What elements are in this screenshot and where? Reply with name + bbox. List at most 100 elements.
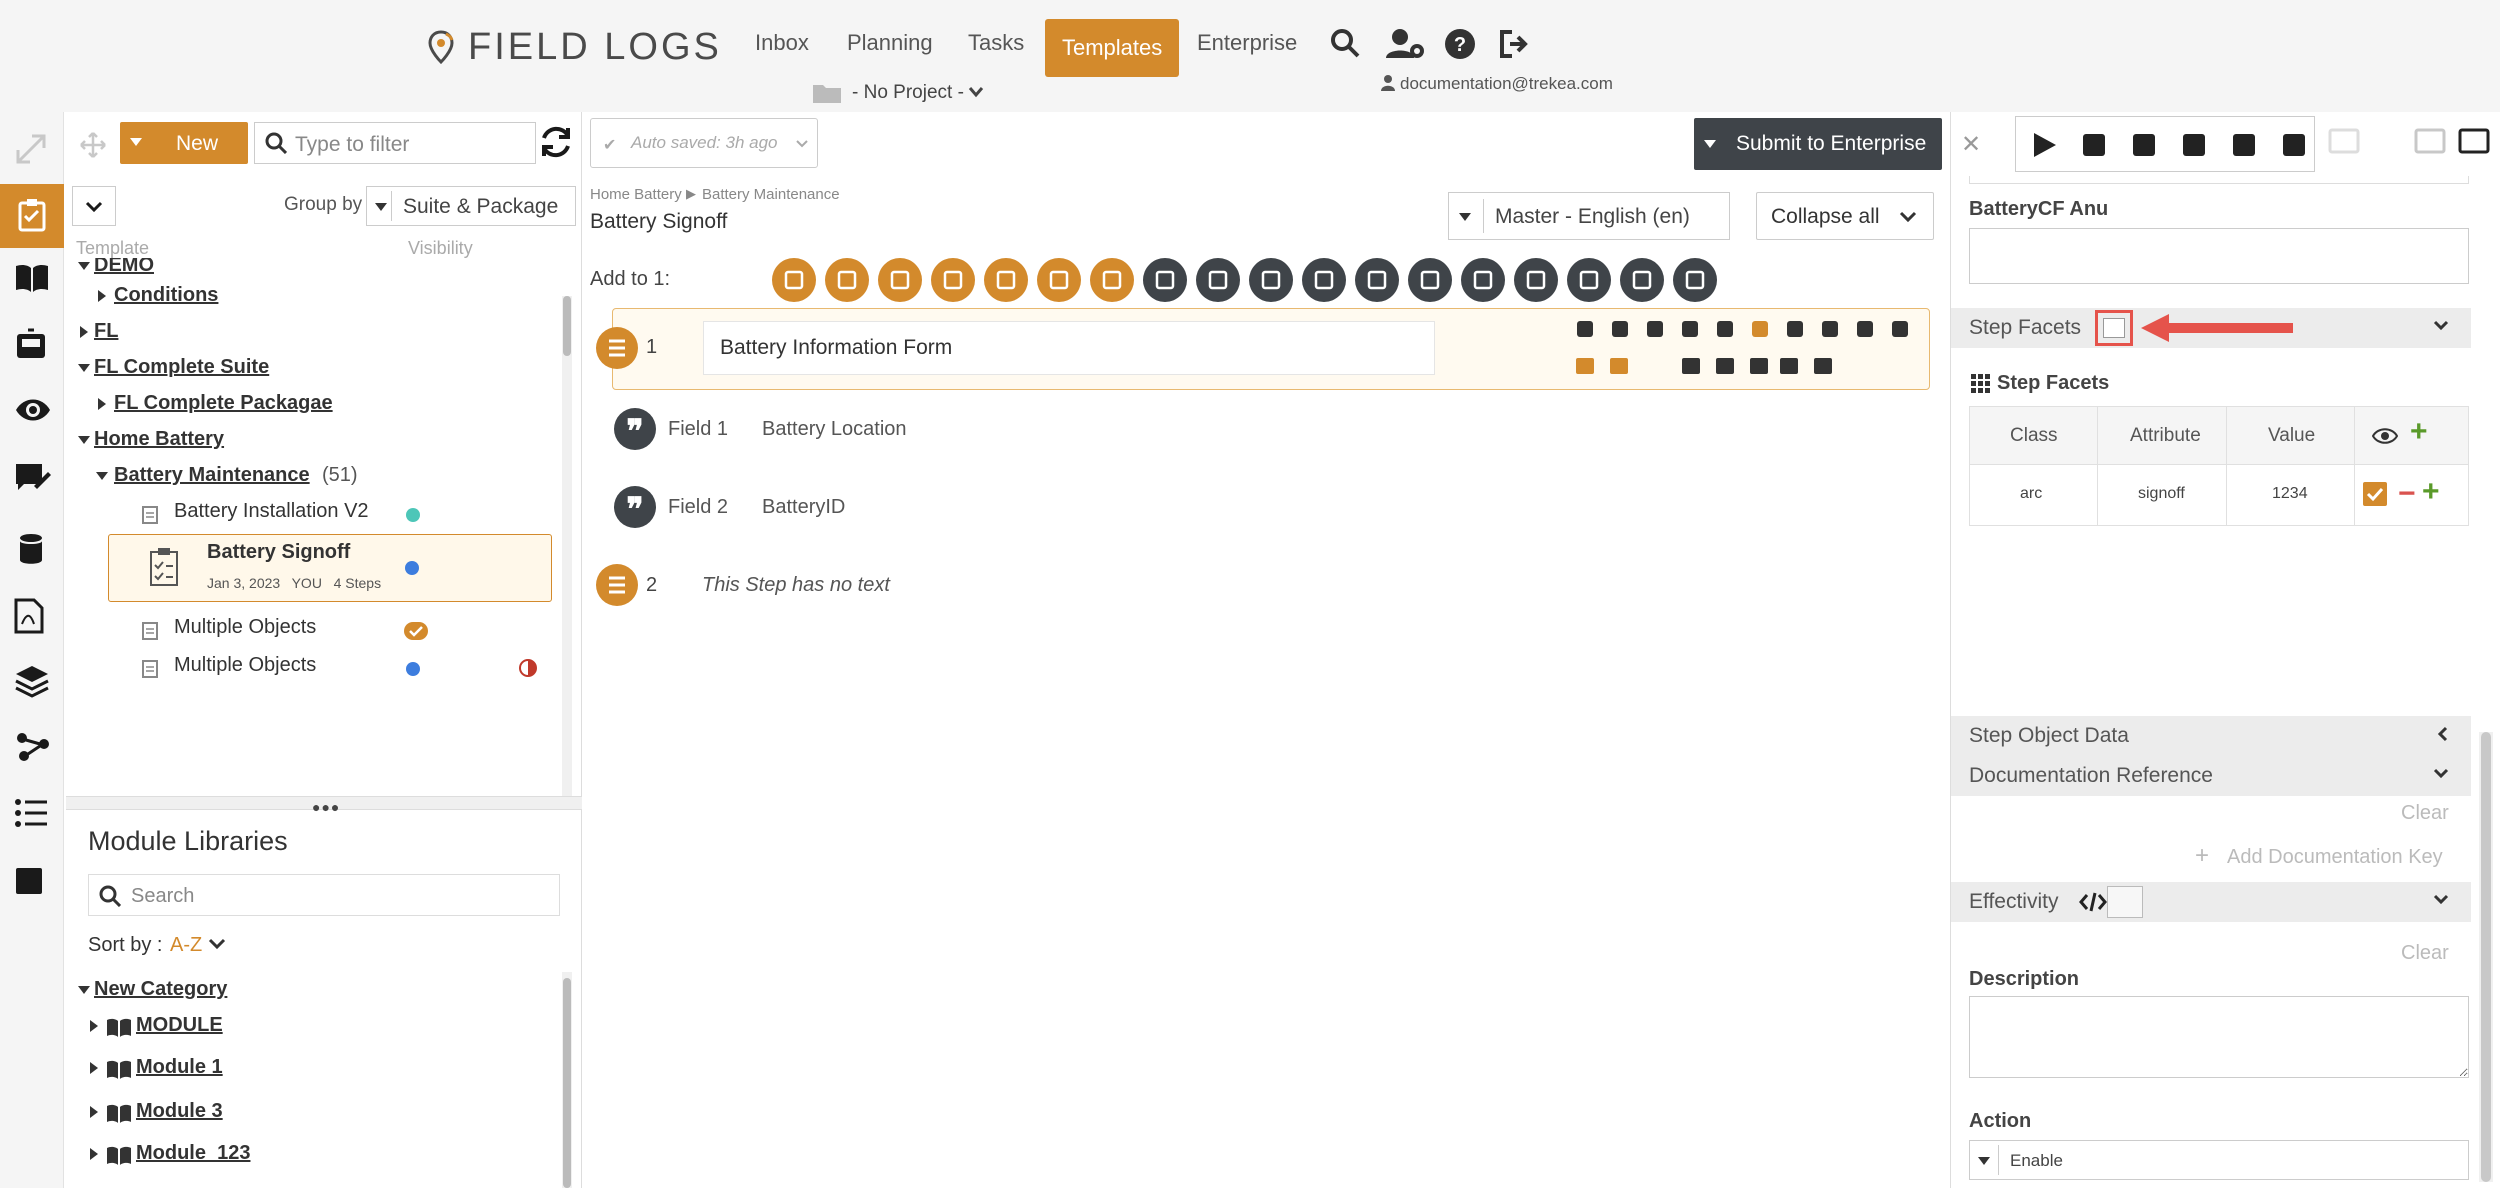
table-icon[interactable] <box>878 258 922 302</box>
rail-templates[interactable] <box>0 184 64 248</box>
caret-right-icon[interactable] <box>90 1020 98 1032</box>
card-icon[interactable] <box>1249 258 1293 302</box>
chevron-down-icon[interactable] <box>1888 317 1912 341</box>
tree-multiple-objects[interactable]: Multiple Objects <box>174 616 316 639</box>
step-title-input[interactable] <box>703 321 1435 375</box>
search-icon[interactable] <box>1330 28 1360 58</box>
caret-right-icon[interactable] <box>90 1062 98 1074</box>
edit-icon[interactable] <box>1567 258 1611 302</box>
logout-icon[interactable] <box>1498 28 1530 60</box>
inbox-icon[interactable] <box>14 328 48 360</box>
workflow-icon[interactable] <box>14 730 52 762</box>
project-selector[interactable]: - No Project - <box>852 82 964 104</box>
quote-icon[interactable]: ❞ <box>614 408 656 450</box>
table-icon[interactable] <box>1818 317 1842 341</box>
close-icon[interactable]: ✕ <box>1961 130 1981 159</box>
help-icon[interactable]: ? <box>1444 28 1476 60</box>
tree-battery-installation[interactable]: Battery Installation V2 <box>174 500 369 523</box>
mic-icon[interactable] <box>1713 355 1737 377</box>
loop-icon[interactable] <box>772 258 816 302</box>
field-value[interactable]: Battery Location <box>762 418 907 441</box>
step-facets-bar[interactable]: Step Facets <box>1951 308 2471 348</box>
calculator-icon[interactable] <box>1461 258 1505 302</box>
comments-icon[interactable] <box>14 462 52 496</box>
forward-icon[interactable] <box>2228 129 2260 161</box>
nav-tasks[interactable]: Tasks <box>968 30 1024 56</box>
circle-icon[interactable] <box>931 258 975 302</box>
globe-icon[interactable] <box>2278 129 2310 161</box>
filter-icon[interactable] <box>1678 317 1702 341</box>
book-icon[interactable] <box>14 262 50 294</box>
nav-inbox[interactable]: Inbox <box>755 30 809 56</box>
caret-right-icon[interactable] <box>98 398 106 410</box>
grid-icon[interactable] <box>1748 317 1772 341</box>
share-icon[interactable] <box>1620 258 1664 302</box>
new-button[interactable]: New <box>120 122 248 164</box>
chevron-down-icon[interactable] <box>208 938 226 950</box>
tree-fl-complete-suite[interactable]: FL Complete Suite <box>94 356 269 379</box>
eye-icon[interactable] <box>2372 427 2398 445</box>
media-icon[interactable] <box>1090 258 1134 302</box>
add-row-icon[interactable]: + <box>2410 415 2428 449</box>
ruler-icon[interactable] <box>1514 258 1558 302</box>
tree-fl[interactable]: FL <box>94 320 118 343</box>
caret-down-icon[interactable] <box>78 436 90 444</box>
groupby-select[interactable]: Suite & Package <box>366 186 576 226</box>
tree-scrollbar[interactable] <box>562 296 572 796</box>
checkbox-icon[interactable] <box>1355 258 1399 302</box>
field-value[interactable]: BatteryID <box>762 496 845 519</box>
tree-battery-signoff[interactable]: Battery Signoff Jan 3, 2023 YOU 4 Steps <box>108 534 552 602</box>
list-icon[interactable] <box>14 798 48 828</box>
breadcrumb-battery-maintenance[interactable]: Battery Maintenance <box>702 186 840 203</box>
play-icon[interactable] <box>2028 129 2060 161</box>
language-select[interactable]: Master - English (en) <box>1448 192 1730 240</box>
pdf-icon[interactable] <box>14 598 44 634</box>
step-object-data-bar[interactable]: Step Object Data <box>1951 716 2471 756</box>
module-category[interactable]: New Category <box>94 978 227 1001</box>
more-icon[interactable] <box>1853 317 1877 341</box>
breadcrumb-home-battery[interactable]: Home Battery <box>590 186 682 203</box>
table-cell-attribute[interactable]: signoff <box>2138 485 2185 503</box>
caret-down-icon[interactable] <box>78 986 90 994</box>
tree-fl-complete-package[interactable]: FL Complete Packagae <box>114 392 333 415</box>
video-icon[interactable] <box>1777 355 1801 377</box>
stopwatch-icon[interactable] <box>1783 317 1807 341</box>
quote-icon[interactable] <box>1143 258 1187 302</box>
tasks-icon[interactable] <box>1302 258 1346 302</box>
caret-right-icon[interactable] <box>98 290 106 302</box>
collapse-dropdown[interactable] <box>72 186 116 226</box>
module-item[interactable]: MODULE <box>136 1014 223 1037</box>
module-scrollbar[interactable] <box>562 972 572 1188</box>
scrollbar-thumb[interactable] <box>2481 732 2491 1182</box>
user-settings-icon[interactable] <box>1386 28 1426 60</box>
panel-splitter[interactable]: ●●● <box>66 796 582 815</box>
clear-button[interactable]: Clear <box>2401 942 2449 965</box>
remove-row-icon[interactable]: − <box>2398 477 2416 511</box>
shield-icon[interactable] <box>1573 317 1597 341</box>
chevron-down-icon[interactable] <box>968 86 984 98</box>
submit-enterprise-button[interactable]: Submit to Enterprise <box>1694 118 1942 170</box>
stop-icon[interactable] <box>14 866 44 896</box>
code-icon[interactable] <box>2178 129 2210 161</box>
layout-add-icon[interactable] <box>2457 126 2493 158</box>
effectivity-bar[interactable]: Effectivity <box>1951 882 2471 922</box>
checklist-icon[interactable] <box>1573 355 1597 377</box>
tree-multiple-objects[interactable]: Multiple Objects <box>174 654 316 677</box>
list-disabled-icon[interactable] <box>2327 126 2363 158</box>
module-item[interactable]: Module 1 <box>136 1056 223 1079</box>
id-card-icon[interactable] <box>1811 355 1835 377</box>
collapse-all-button[interactable]: Collapse all <box>1756 192 1934 240</box>
code-icon[interactable] <box>1643 317 1667 341</box>
tree-conditions[interactable]: Conditions <box>114 284 218 307</box>
comment-icon[interactable] <box>1747 355 1771 377</box>
step-empty-text[interactable]: This Step has no text <box>702 574 890 597</box>
caret-right-icon[interactable] <box>90 1106 98 1118</box>
refresh-icon[interactable] <box>538 124 574 160</box>
step-facets-checkbox[interactable] <box>2103 318 2125 338</box>
checklist-icon[interactable] <box>2078 129 2110 161</box>
step-icon[interactable] <box>596 327 638 369</box>
expand-icon[interactable] <box>14 132 48 166</box>
description-textarea[interactable] <box>1969 996 2469 1078</box>
panel-scrollbar[interactable] <box>2479 732 2493 1182</box>
autosave-status[interactable]: ✔ Auto saved: 3h ago <box>590 118 818 168</box>
